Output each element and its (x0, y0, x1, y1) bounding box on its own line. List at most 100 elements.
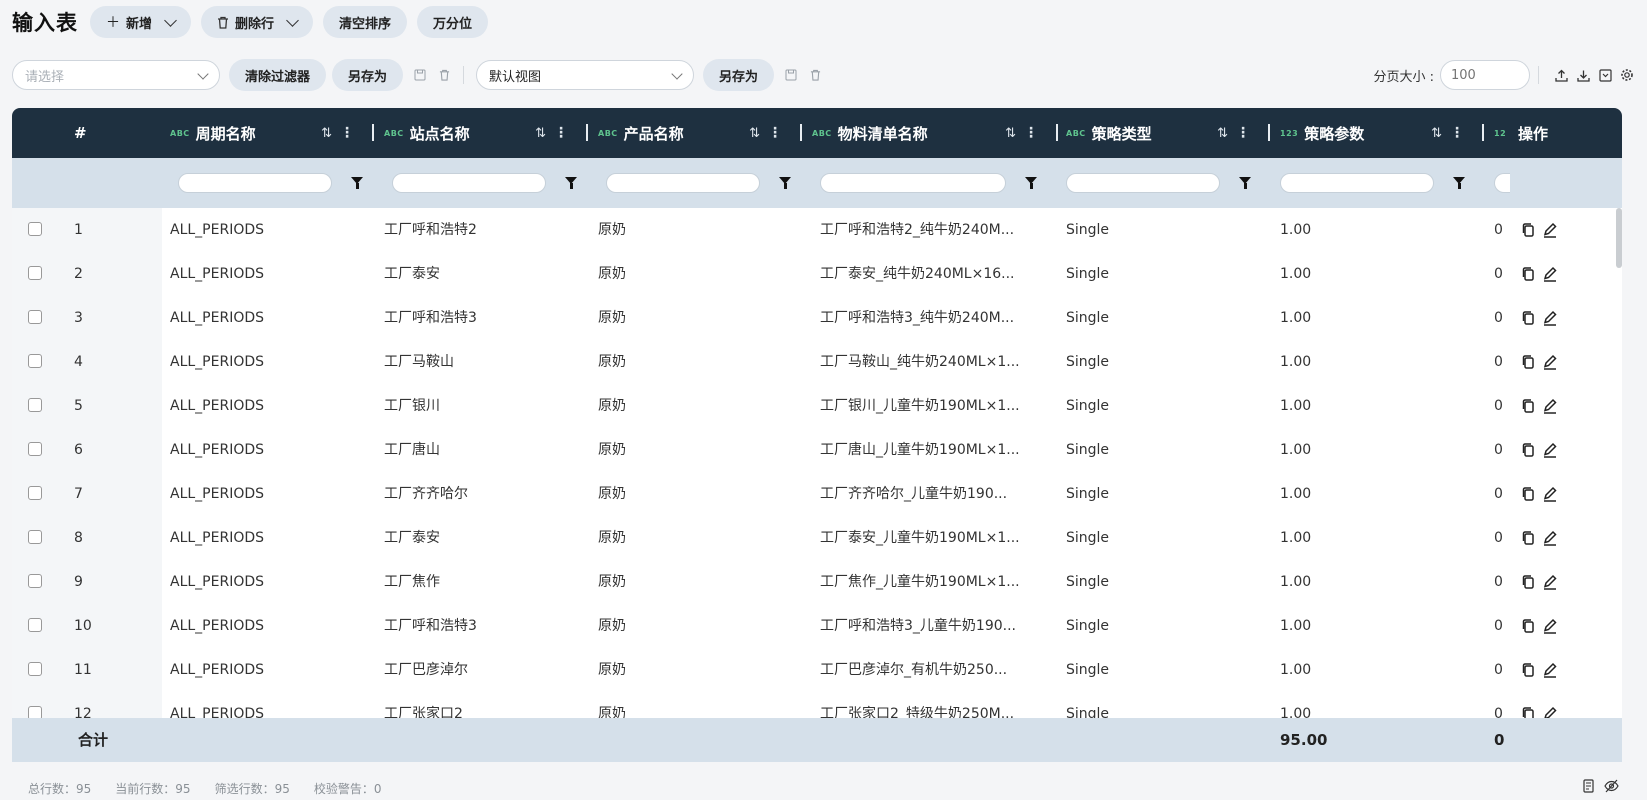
pencil-icon[interactable] (1542, 574, 1558, 590)
copy-icon[interactable] (1520, 398, 1536, 414)
row-checkbox[interactable] (28, 574, 42, 588)
copy-icon[interactable] (1520, 662, 1536, 678)
pencil-icon[interactable] (1542, 442, 1558, 458)
pencil-icon[interactable] (1542, 398, 1558, 414)
upload-icon[interactable] (1553, 67, 1569, 83)
table-row[interactable]: 12 ALL_PERIODS 工厂张家口2 原奶 工厂张家口2_特级牛奶250M... S… (12, 692, 1622, 718)
pencil-icon[interactable] (1542, 310, 1558, 326)
more-vertical-icon[interactable]: ⋮ (768, 125, 782, 141)
funnel-icon[interactable] (1239, 177, 1251, 189)
column-header-strategy-param[interactable]: 123 策略参数 ⇅ ⋮ (1280, 108, 1484, 158)
save-icon[interactable] (413, 68, 427, 82)
table-row[interactable]: 9 ALL_PERIODS 工厂焦作 原奶 工厂焦作_儿童牛奶190ML×1... Sin… (12, 560, 1622, 604)
copy-icon[interactable] (1520, 310, 1536, 326)
table-row[interactable]: 6 ALL_PERIODS 工厂唐山 原奶 工厂唐山_儿童牛奶190ML×1... Sin… (12, 428, 1622, 472)
column-resizer[interactable] (1482, 124, 1484, 141)
row-checkbox[interactable] (28, 442, 42, 456)
column-resizer[interactable] (586, 124, 588, 141)
more-vertical-icon[interactable]: ⋮ (340, 125, 354, 141)
trash-icon[interactable] (808, 68, 822, 82)
column-header-index[interactable]: # (74, 108, 174, 158)
pencil-icon[interactable] (1542, 662, 1558, 678)
add-button[interactable]: ＋ 新增 (90, 6, 192, 38)
pencil-icon[interactable] (1542, 706, 1558, 718)
table-row[interactable]: 11 ALL_PERIODS 工厂巴彦淖尔 原奶 工厂巴彦淖尔_有机牛奶250... Si… (12, 648, 1622, 692)
column-filter-input[interactable] (392, 173, 546, 193)
sort-icon[interactable]: ⇅ (1217, 126, 1228, 141)
column-resizer[interactable] (1268, 124, 1270, 141)
column-filter-input[interactable] (1280, 173, 1434, 193)
column-filter-input[interactable] (178, 173, 332, 193)
row-checkbox[interactable] (28, 222, 42, 236)
save-filter-as-button[interactable]: 另存为 (332, 59, 404, 91)
column-resizer[interactable] (1056, 124, 1058, 141)
copy-icon[interactable] (1520, 354, 1536, 370)
eye-off-icon[interactable] (1604, 778, 1619, 797)
filter-select[interactable]: 请选择 (12, 60, 220, 90)
funnel-icon[interactable] (565, 177, 577, 189)
column-toggle-icon[interactable] (1597, 67, 1613, 83)
column-header-period[interactable]: ABC 周期名称 ⇅ ⋮ (170, 108, 374, 158)
sort-icon[interactable]: ⇅ (535, 126, 546, 141)
funnel-icon[interactable] (1025, 177, 1037, 189)
table-row[interactable]: 7 ALL_PERIODS 工厂齐齐哈尔 原奶 工厂齐齐哈尔_儿童牛奶190... Sin… (12, 472, 1622, 516)
more-vertical-icon[interactable]: ⋮ (1236, 125, 1250, 141)
column-filter-input[interactable] (820, 173, 1006, 193)
copy-icon[interactable] (1520, 530, 1536, 546)
table-row[interactable]: 1 ALL_PERIODS 工厂呼和浩特2 原奶 工厂呼和浩特2_纯牛奶240M... S… (12, 208, 1622, 252)
pencil-icon[interactable] (1542, 486, 1558, 502)
report-icon[interactable] (1582, 778, 1596, 797)
row-checkbox[interactable] (28, 618, 42, 632)
row-checkbox[interactable] (28, 706, 42, 718)
pencil-icon[interactable] (1542, 530, 1558, 546)
table-row[interactable]: 8 ALL_PERIODS 工厂泰安 原奶 工厂泰安_儿童牛奶190ML×1... Sin… (12, 516, 1622, 560)
sort-icon[interactable]: ⇅ (321, 126, 332, 141)
copy-icon[interactable] (1520, 706, 1536, 718)
download-icon[interactable] (1575, 67, 1591, 83)
row-checkbox[interactable] (28, 266, 42, 280)
pencil-icon[interactable] (1542, 266, 1558, 282)
copy-icon[interactable] (1520, 222, 1536, 238)
pencil-icon[interactable] (1542, 222, 1558, 238)
vertical-scrollbar[interactable] (1616, 208, 1622, 268)
gear-icon[interactable] (1619, 67, 1635, 83)
clear-filter-button[interactable]: 清除过滤器 (229, 59, 327, 91)
delete-row-button[interactable]: 删除行 (201, 6, 314, 38)
column-filter-input[interactable] (1066, 173, 1220, 193)
pencil-icon[interactable] (1542, 618, 1558, 634)
funnel-icon[interactable] (779, 177, 791, 189)
copy-icon[interactable] (1520, 618, 1536, 634)
thousands-separator-button[interactable]: 万分位 (417, 6, 489, 38)
page-size-input[interactable] (1440, 60, 1530, 90)
table-row[interactable]: 2 ALL_PERIODS 工厂泰安 原奶 工厂泰安_纯牛奶240ML×16... Sin… (12, 252, 1622, 296)
column-filter-input[interactable] (606, 173, 760, 193)
pencil-icon[interactable] (1542, 354, 1558, 370)
table-row[interactable]: 10 ALL_PERIODS 工厂呼和浩特3 原奶 工厂呼和浩特3_儿童牛奶190...… (12, 604, 1622, 648)
row-checkbox[interactable] (28, 662, 42, 676)
table-row[interactable]: 5 ALL_PERIODS 工厂银川 原奶 工厂银川_儿童牛奶190ML×1... Sin… (12, 384, 1622, 428)
row-checkbox[interactable] (28, 398, 42, 412)
copy-icon[interactable] (1520, 486, 1536, 502)
column-filter-input[interactable] (1494, 173, 1510, 193)
row-checkbox[interactable] (28, 486, 42, 500)
column-header-bom[interactable]: ABC 物料清单名称 ⇅ ⋮ (812, 108, 1058, 158)
sort-icon[interactable]: ⇅ (1431, 126, 1442, 141)
row-checkbox[interactable] (28, 354, 42, 368)
sort-icon[interactable]: ⇅ (1005, 126, 1016, 141)
sort-icon[interactable]: ⇅ (749, 126, 760, 141)
funnel-icon[interactable] (1453, 177, 1465, 189)
copy-icon[interactable] (1520, 574, 1536, 590)
copy-icon[interactable] (1520, 442, 1536, 458)
funnel-icon[interactable] (351, 177, 363, 189)
trash-icon[interactable] (437, 68, 451, 82)
column-header-site[interactable]: ABC 站点名称 ⇅ ⋮ (384, 108, 588, 158)
table-row[interactable]: 3 ALL_PERIODS 工厂呼和浩特3 原奶 工厂呼和浩特3_纯牛奶240M... S… (12, 296, 1622, 340)
column-resizer[interactable] (372, 124, 374, 141)
column-resizer[interactable] (800, 124, 802, 141)
more-vertical-icon[interactable]: ⋮ (1024, 125, 1038, 141)
row-checkbox[interactable] (28, 310, 42, 324)
more-vertical-icon[interactable]: ⋮ (554, 125, 568, 141)
view-select[interactable]: 默认视图 (476, 60, 695, 90)
column-header-strategy-type[interactable]: ABC 策略类型 ⇅ ⋮ (1066, 108, 1270, 158)
table-row[interactable]: 4 ALL_PERIODS 工厂马鞍山 原奶 工厂马鞍山_纯牛奶240ML×1... Si… (12, 340, 1622, 384)
